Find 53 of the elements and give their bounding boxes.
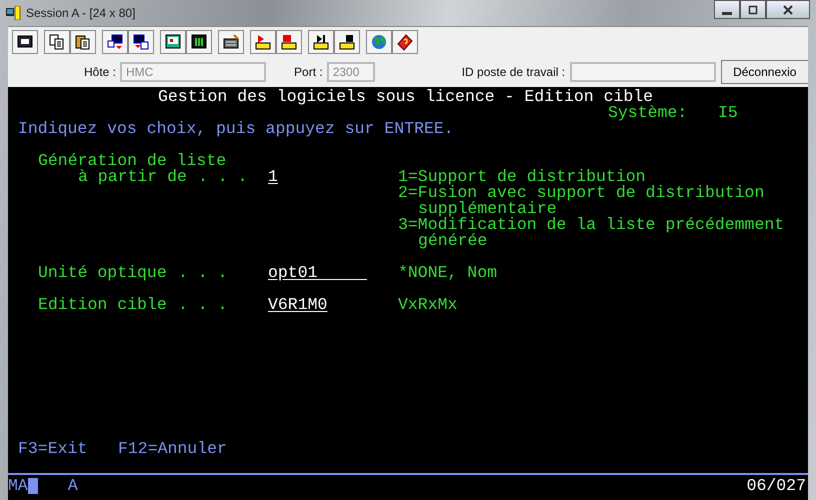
maximize-icon [747,4,759,14]
minimize-icon [722,10,732,14]
screen-title: Gestion des logiciels sous licence - Edition cible [158,89,654,105]
leader-dots: . . . [178,265,228,281]
option-text: supplémentaire [418,201,557,217]
option-text: générée [418,233,488,249]
port-label: Port : [294,65,323,79]
display-icon[interactable] [12,30,38,54]
option-text: 2=Fusion avec support de distribution [398,185,766,201]
option-text: 3=Modification de la liste précédemment [398,217,786,233]
stop-icon[interactable] [334,30,360,54]
cursor-icon [28,478,38,494]
field-label: Edition cible [38,297,168,313]
status-indicator: A [68,476,78,495]
close-icon [781,4,795,14]
app-icon [6,6,22,20]
keyboard-icon[interactable] [218,30,244,54]
workstation-field[interactable] [570,62,716,82]
instruction-text: Indiquez vos choix, puis appuyez sur ENTREE. [18,121,455,137]
minimize-button[interactable] [714,0,740,19]
screen-icon[interactable] [160,30,186,54]
input-field[interactable]: opt01 [268,265,368,281]
windows-icon[interactable] [128,30,154,54]
field-label: Génération de liste [38,153,228,169]
field-label: Unité optique [38,265,168,281]
workstation-label: ID poste de travail : [462,65,566,79]
field-label: à partir de [78,169,188,185]
windows-icon[interactable] [102,30,128,54]
screen-icon[interactable] [186,30,212,54]
stop-icon[interactable] [276,30,302,54]
function-key[interactable]: F3=Exit [18,441,88,457]
mode-indicator: MA [8,476,28,495]
cursor-position: 06/027 [746,476,807,495]
option-text: 1=Support de distribution [398,169,646,185]
option-text: *NONE, Nom [398,265,498,281]
record-icon[interactable] [250,30,276,54]
option-text: VxRxMx [398,297,458,313]
copy-icon[interactable] [44,30,70,54]
maximize-button[interactable] [740,0,766,19]
globe-icon[interactable] [366,30,392,54]
play-icon[interactable] [308,30,334,54]
host-label: Hôte : [84,65,116,79]
disconnect-button[interactable]: Déconnexio [721,60,808,84]
window-title: Session A - [24 x 80] [26,6,136,20]
leader-dots: . . . [178,297,228,313]
paste-icon[interactable] [70,30,96,54]
close-button[interactable] [766,0,810,19]
input-field[interactable]: 1 [268,169,278,185]
system-value: I5 [718,105,738,121]
input-field[interactable]: V6R1M0 [268,297,328,313]
function-key[interactable]: F12=Annuler [118,441,228,457]
leader-dots: . . . [198,169,248,185]
system-label: Système: [608,105,688,121]
